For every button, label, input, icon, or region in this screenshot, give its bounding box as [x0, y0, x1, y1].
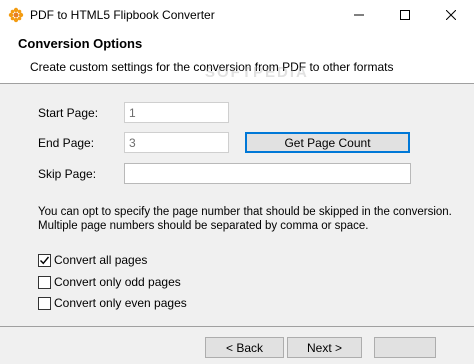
window-title: PDF to HTML5 Flipbook Converter [30, 8, 215, 22]
convert-all-checkbox[interactable] [38, 253, 51, 267]
skip-page-label: Skip Page: [38, 167, 97, 181]
get-page-count-button[interactable]: Get Page Count [245, 132, 410, 153]
end-page-input[interactable] [124, 132, 229, 153]
end-page-label: End Page: [38, 136, 95, 150]
start-page-label: Start Page: [38, 106, 99, 120]
page-title: Conversion Options [18, 36, 143, 51]
skip-page-input[interactable] [124, 163, 411, 184]
maximize-icon [400, 10, 410, 20]
convert-even-checkbox[interactable] [38, 296, 51, 310]
footer-divider [0, 326, 474, 327]
option-convert-even[interactable]: Convert only even pages [38, 295, 187, 311]
close-icon [446, 10, 456, 20]
header-divider [0, 83, 474, 84]
checkmark-icon [40, 256, 50, 264]
finish-button[interactable] [374, 337, 436, 358]
option-convert-odd[interactable]: Convert only odd pages [38, 274, 181, 290]
wizard-header: Conversion Options Create custom setting… [0, 30, 474, 83]
watermark: SOFTPEDIA [205, 64, 309, 81]
minimize-button[interactable] [336, 0, 382, 30]
maximize-button[interactable] [382, 0, 428, 30]
app-icon [8, 7, 24, 23]
convert-even-label: Convert only even pages [54, 296, 187, 310]
info-text: You can opt to specify the page number t… [38, 206, 452, 232]
convert-all-label: Convert all pages [54, 253, 148, 267]
option-convert-all[interactable]: Convert all pages [38, 252, 147, 268]
minimize-icon [354, 14, 364, 16]
back-button[interactable]: < Back [205, 337, 284, 358]
close-button[interactable] [428, 0, 474, 30]
convert-odd-checkbox[interactable] [38, 275, 51, 289]
converter-window: PDF to HTML5 Flipbook Converter Conversi… [0, 0, 474, 364]
convert-odd-label: Convert only odd pages [54, 275, 181, 289]
start-page-input[interactable] [124, 102, 229, 123]
next-button[interactable]: Next > [287, 337, 362, 358]
title-bar[interactable]: PDF to HTML5 Flipbook Converter [0, 0, 474, 30]
